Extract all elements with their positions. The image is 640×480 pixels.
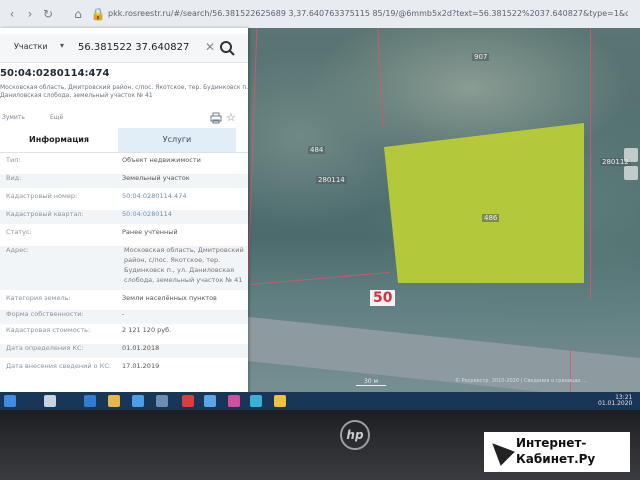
detail-value: -	[122, 310, 125, 318]
more-link[interactable]: Ещё	[50, 114, 63, 121]
system-clock[interactable]: 13:21 01.01.2020	[598, 395, 632, 407]
print-icon[interactable]	[210, 112, 222, 124]
tab-services[interactable]: Услуги	[118, 128, 236, 152]
detail-label: Тип:	[6, 156, 21, 164]
detail-label: Кадастровый квартал:	[6, 210, 84, 218]
detail-value: 01.01.2018	[122, 344, 160, 352]
map-attribution: © Росреестр, 2010-2020 | Сведения о гран…	[455, 378, 587, 384]
tab-information[interactable]: Информация	[0, 128, 118, 152]
app-icon[interactable]	[250, 395, 262, 407]
cadastral-number-link[interactable]: 50:04:0280114:474	[122, 192, 186, 200]
detail-value: Земли населённых пунктов	[122, 294, 217, 302]
detail-label: Вид:	[6, 174, 22, 182]
detail-row: Кадастровая стоимость: 2 121 120 руб.	[0, 326, 248, 340]
search-icon[interactable]	[218, 40, 236, 56]
address-line: слобода, земельный участок № 41	[124, 276, 243, 284]
panel-toolbar: Зумить Ещё ☆	[0, 111, 248, 126]
map-label: 280114	[316, 176, 347, 184]
home-icon[interactable]: ⌂	[70, 6, 86, 22]
detail-row: Вид: Земельный участок	[0, 174, 248, 188]
browser-address-bar: ‹ › ↻ ⌂ 🔒 pkk.rosreestr.ru/#/search/56.3…	[0, 0, 640, 29]
windows-taskbar: 13:21 01.01.2020	[0, 392, 640, 410]
detail-row: Дата внесения сведений о КС: 17.01.2019	[0, 362, 248, 376]
windows-start-icon[interactable]	[4, 395, 16, 407]
parcel-boundary	[590, 28, 591, 298]
clock-date: 01.01.2020	[598, 400, 633, 407]
app-icon[interactable]	[274, 395, 286, 407]
info-panel: Участки ▾ ✕ 50:04:0280114:474 Московская…	[0, 28, 251, 400]
detail-label: Кадастровый номер:	[6, 192, 78, 200]
scale-bar: 30 м	[356, 378, 386, 386]
detail-value: Земельный участок	[122, 174, 190, 182]
parcel-boundary	[377, 28, 384, 128]
address-line: район, с/пос. Якотское, тер.	[124, 256, 221, 264]
detail-row: Дата определения КС: 01.01.2018	[0, 344, 248, 358]
detail-label: Адрес:	[6, 246, 29, 254]
search-input[interactable]	[78, 38, 198, 56]
detail-label: Форма собственности:	[6, 310, 84, 318]
object-title: 50:04:0280114:474	[0, 68, 110, 79]
watermark-text: Интернет-	[516, 436, 587, 450]
map-label: 907	[472, 53, 490, 61]
detail-label: Дата определения КС:	[6, 344, 84, 352]
selected-parcel[interactable]	[384, 123, 584, 283]
zoom-in-icon[interactable]	[624, 148, 638, 162]
hp-logo: hp	[340, 420, 370, 450]
address-line: Московская область, Дмитровский	[124, 246, 244, 254]
district-label: 50	[370, 290, 396, 306]
address-line: Будинковск п., ул. Даниловская	[124, 266, 235, 274]
zoom-link[interactable]: Зумить	[2, 114, 25, 121]
app-icon[interactable]	[182, 395, 194, 407]
detail-row: Статус: Ранее учтенный	[0, 228, 248, 242]
detail-value: 2 121 120 руб.	[122, 326, 172, 334]
detail-value: 17.01.2019	[122, 362, 160, 370]
watermark-badge: Интернет- Кабинет.Ру	[484, 432, 630, 472]
cadastral-quarter-link[interactable]: 50:04:0280114	[122, 210, 172, 218]
detail-label: Дата внесения сведений о КС:	[6, 362, 112, 370]
parcel-boundary	[570, 348, 571, 398]
back-icon[interactable]: ‹	[4, 6, 20, 22]
map-label: 484	[308, 146, 326, 154]
detail-row: Тип: Объект недвижимости	[0, 156, 248, 170]
detail-row: Категория земель: Земли населённых пункт…	[0, 294, 248, 308]
search-bar: Участки ▾ ✕	[0, 34, 248, 63]
detail-value: Ранее учтенный	[122, 228, 178, 236]
detail-label: Кадастровая стоимость:	[6, 326, 91, 334]
forward-icon[interactable]: ›	[22, 6, 38, 22]
object-address: Московская область, Дмитровский район, с…	[0, 84, 251, 91]
cursor-arrow-icon	[485, 436, 515, 466]
watermark-text: Кабинет.Ру	[516, 452, 596, 466]
detail-row: Форма собственности: -	[0, 310, 248, 324]
detail-label: Статус:	[6, 228, 32, 236]
detail-row: Кадастровый номер: 50:04:0280114:474	[0, 192, 248, 206]
mail-icon[interactable]	[156, 395, 168, 407]
store-icon[interactable]	[132, 395, 144, 407]
zoom-out-icon[interactable]	[624, 166, 638, 180]
tab-bar: Информация Услуги	[0, 128, 248, 153]
close-icon[interactable]: ✕	[205, 40, 215, 54]
star-icon[interactable]: ☆	[226, 111, 236, 124]
parcel-boundary	[247, 28, 258, 278]
detail-row: Кадастровый квартал: 50:04:0280114	[0, 210, 248, 224]
detail-value: Объект недвижимости	[122, 156, 201, 164]
app-icon[interactable]	[204, 395, 216, 407]
file-explorer-icon[interactable]	[108, 395, 120, 407]
search-category[interactable]: Участки	[14, 42, 48, 51]
reload-icon[interactable]: ↻	[40, 6, 56, 22]
parcel-boundary	[250, 271, 390, 286]
detail-label: Категория земель:	[6, 294, 71, 302]
detail-row: Адрес: Московская область, Дмитровский р…	[0, 246, 248, 290]
monitor-screen: ‹ › ↻ ⌂ 🔒 pkk.rosreestr.ru/#/search/56.3…	[0, 0, 640, 410]
chevron-down-icon[interactable]: ▾	[60, 41, 64, 50]
lock-icon: 🔒	[90, 7, 106, 21]
map-label: 486	[482, 214, 500, 222]
url-field[interactable]: pkk.rosreestr.ru/#/search/56.38152262568…	[108, 6, 628, 22]
search-icon[interactable]	[44, 395, 56, 407]
app-icon[interactable]	[228, 395, 240, 407]
object-address: Даниловская слобода, земельный участок №…	[0, 92, 153, 99]
edge-browser-icon[interactable]	[84, 395, 96, 407]
